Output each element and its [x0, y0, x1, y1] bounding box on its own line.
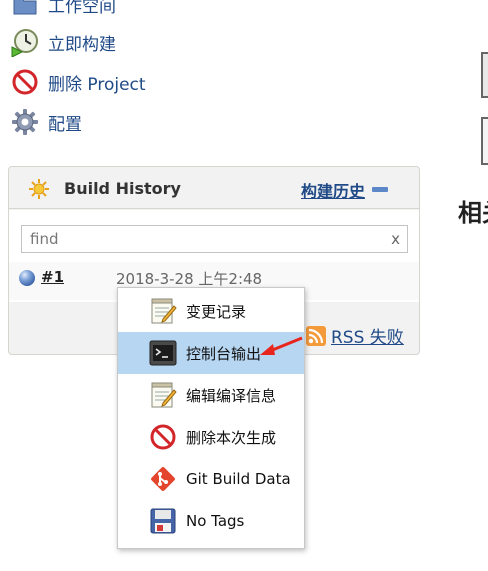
build-search-input[interactable] — [22, 226, 382, 252]
build-history-header: Build History 构建历史 — [9, 167, 419, 209]
menu-item-no-tags[interactable]: No Tags — [118, 500, 304, 542]
collapse-icon[interactable] — [372, 187, 388, 192]
menu-item-changes[interactable]: 变更记录 — [118, 290, 304, 332]
blue-ball-icon — [19, 270, 35, 286]
menu-item-label: 删除本次生成 — [186, 428, 277, 447]
menu-item-label: 控制台输出 — [186, 344, 262, 363]
menu-item-label: Git Build Data — [186, 470, 291, 488]
right-panel-fragment — [481, 117, 488, 165]
git-icon — [148, 464, 178, 494]
rss-icon — [306, 325, 326, 346]
task-label: 立即构建 — [48, 34, 116, 55]
clock-run-icon — [10, 27, 40, 57]
menu-item-label: 编辑编译信息 — [186, 386, 277, 405]
task-configure[interactable]: 配置 — [10, 106, 82, 138]
notepad-icon — [148, 380, 178, 410]
notepad-icon — [148, 296, 178, 326]
clear-search-icon[interactable]: x — [391, 230, 400, 248]
task-label: 配置 — [48, 114, 82, 135]
menu-item-delete-build[interactable]: 删除本次生成 — [118, 416, 304, 458]
build-history-title: Build History — [64, 179, 181, 198]
folder-icon — [10, 0, 40, 19]
task-delete-project[interactable]: 删除 Project — [10, 66, 146, 98]
menu-item-label: 变更记录 — [186, 302, 247, 321]
task-build-now[interactable]: 立即构建 — [10, 26, 116, 58]
save-icon — [148, 506, 178, 536]
build-date: 2018-3-28 上午2:48 — [116, 270, 263, 288]
menu-item-git-build-data[interactable]: Git Build Data — [118, 458, 304, 500]
annotation-arrow — [260, 336, 303, 355]
task-workspace[interactable]: 工作空间 — [10, 0, 116, 20]
menu-item-edit-build-info[interactable]: 编辑编译信息 — [118, 374, 304, 416]
build-context-menu: 变更记录 控制台输出 编辑编译信息 删除本次生成 Git Build Data … — [117, 287, 305, 549]
task-label: 删除 Project — [48, 74, 146, 95]
rss-failed-link[interactable]: RSS 失败 — [306, 323, 404, 348]
task-label: 工作空间 — [48, 0, 116, 17]
terminal-icon — [148, 338, 178, 368]
build-number-link[interactable]: #1 — [41, 268, 64, 286]
build-search-box: x — [21, 225, 408, 253]
build-trend-link[interactable]: 构建历史 — [301, 178, 365, 202]
right-heading-fragment: 相关 — [458, 199, 488, 227]
menu-item-label: No Tags — [186, 512, 245, 530]
right-panel-fragment — [481, 52, 488, 98]
no-entry-icon — [10, 67, 40, 97]
no-entry-icon — [148, 422, 178, 452]
rss-label: RSS 失败 — [331, 328, 404, 348]
gear-icon — [10, 107, 40, 137]
sun-icon — [28, 178, 50, 200]
